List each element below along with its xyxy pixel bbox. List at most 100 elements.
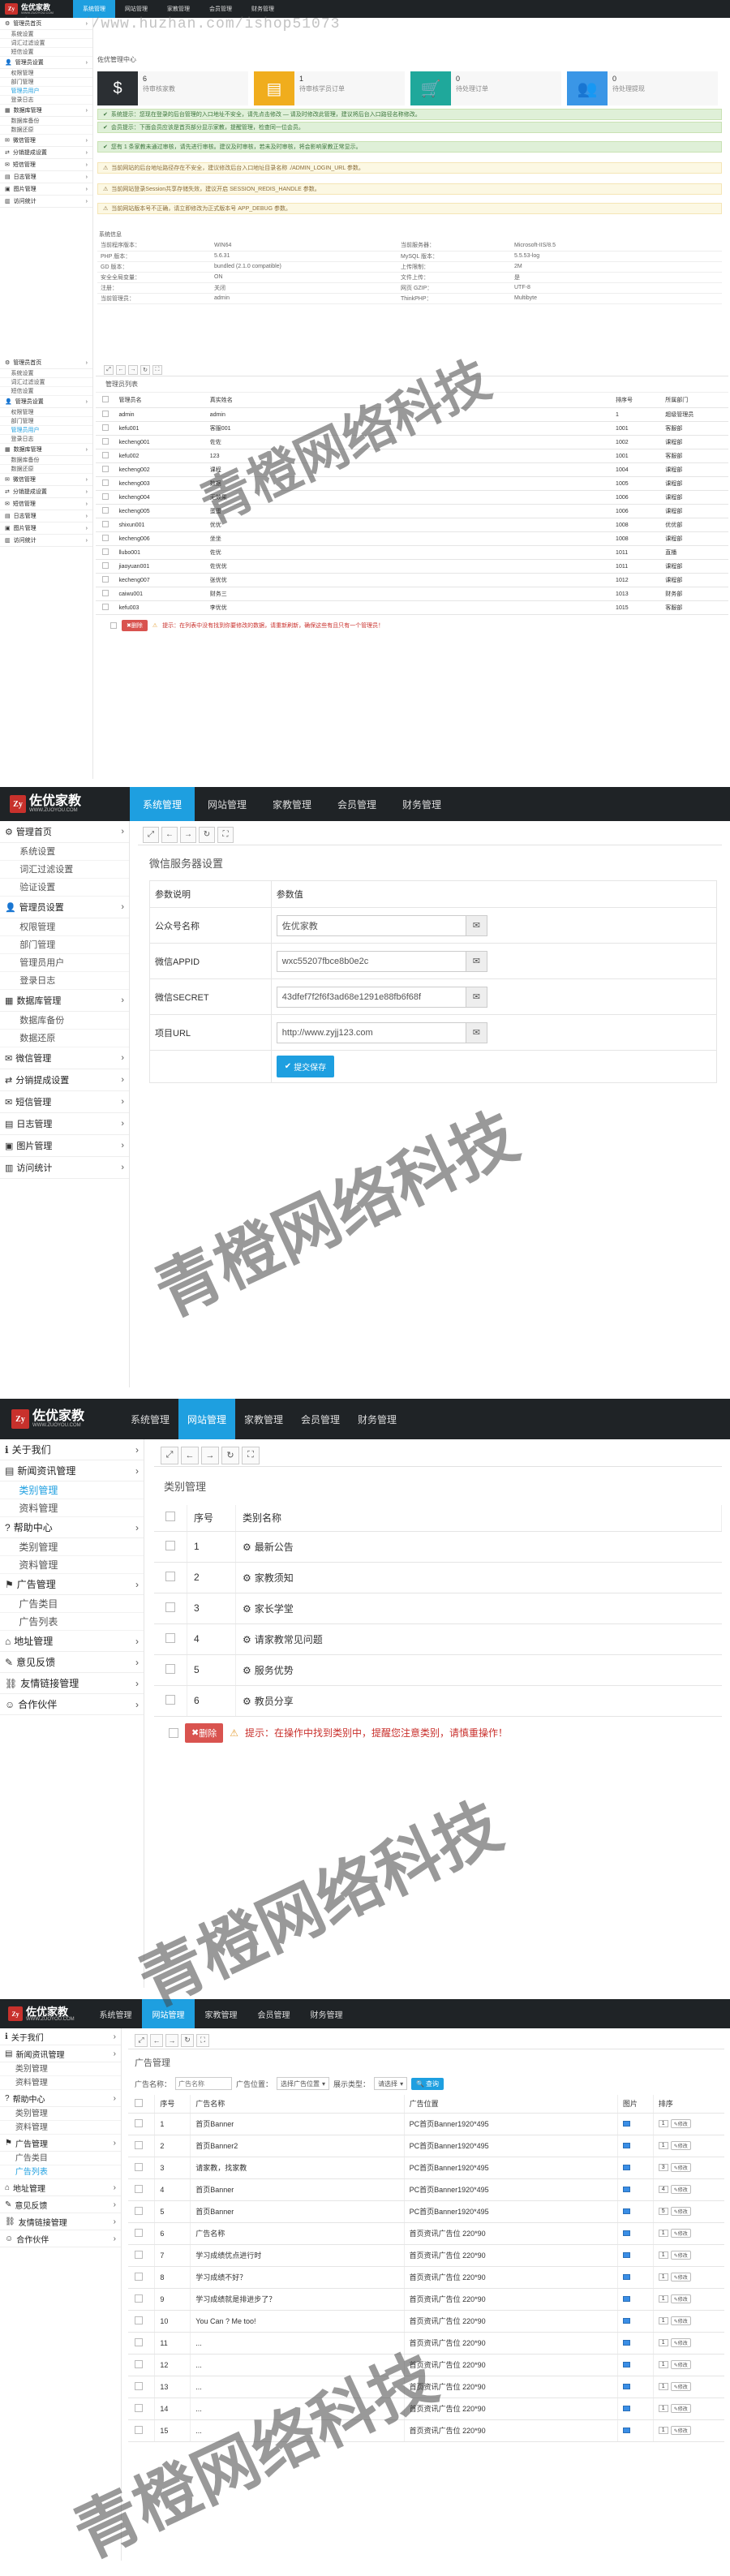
- sidebar-item[interactable]: 系统设置: [0, 843, 129, 861]
- row-checkbox[interactable]: [102, 411, 109, 417]
- ad-name-input[interactable]: [175, 2077, 233, 2090]
- row-checkbox[interactable]: [135, 2425, 143, 2434]
- table-row[interactable]: kecheng004 无效果 1006 课程部: [96, 490, 728, 505]
- table-row[interactable]: jiaoyuan001 佐优优 1011 课程部: [96, 559, 728, 574]
- select-all-checkbox[interactable]: [110, 622, 117, 629]
- sort-input[interactable]: 1: [658, 2383, 668, 2391]
- row-checkbox[interactable]: [102, 424, 109, 431]
- sidebar-group[interactable]: ? 帮助中心 ›: [0, 1517, 144, 1538]
- table-row[interactable]: 2 首页Banner2 PC首页Banner1920*495 1 ✎修改: [128, 2135, 724, 2157]
- stat-card[interactable]: ▤ 1 待审核学员订单: [254, 71, 405, 105]
- nav-item[interactable]: 家教管理: [157, 0, 200, 18]
- sidebar-group[interactable]: ✎ 意见反馈 ›: [0, 1652, 144, 1673]
- sidebar-group[interactable]: ▤ 日志管理 ›: [0, 1113, 129, 1135]
- sidebar-group[interactable]: ⛓ 友情链接管理 ›: [0, 2213, 121, 2230]
- sidebar-item[interactable]: 部门管理: [0, 78, 92, 87]
- sidebar-group[interactable]: ✎ 意见反馈 ›: [0, 2196, 121, 2213]
- table-row[interactable]: 4 ⚙ 请家教常见问题: [154, 1623, 722, 1655]
- sidebar-group[interactable]: ✉ 短信管理 ›: [0, 498, 92, 510]
- sidebar-group[interactable]: ⚑ 广告管理 ›: [0, 2135, 121, 2152]
- table-row[interactable]: 4 首页Banner PC首页Banner1920*495 4 ✎修改: [128, 2178, 724, 2201]
- row-checkbox[interactable]: [135, 2162, 143, 2171]
- column-header[interactable]: 管理员名: [115, 393, 207, 408]
- sort-input[interactable]: 1: [658, 2405, 668, 2413]
- row-checkbox[interactable]: [165, 1694, 175, 1705]
- stat-card[interactable]: 🛒 0 待处理订单: [410, 71, 561, 105]
- row-checkbox[interactable]: [102, 466, 109, 472]
- sort-input[interactable]: 1: [658, 2142, 668, 2150]
- sidebar-group[interactable]: ▤ 日志管理 ›: [0, 510, 92, 523]
- sidebar-group[interactable]: ▣ 图片管理 ›: [0, 1135, 129, 1157]
- row-checkbox[interactable]: [102, 535, 109, 541]
- row-checkbox[interactable]: [102, 562, 109, 569]
- nav-item[interactable]: 家教管理: [260, 787, 324, 821]
- sidebar-item[interactable]: 类别管理: [0, 1538, 144, 1556]
- image-icon[interactable]: [622, 2230, 630, 2236]
- edit-button[interactable]: ✎修改: [670, 2382, 691, 2391]
- sort-input[interactable]: 1: [658, 2295, 668, 2303]
- select-all-checkbox[interactable]: [169, 1727, 178, 1738]
- table-row[interactable]: caiwu001 财务三 1013 财务部: [96, 587, 728, 601]
- expand-icon[interactable]: ⤢: [104, 364, 114, 375]
- sidebar-group[interactable]: ▤ 新闻资讯管理 ›: [0, 1460, 144, 1482]
- sidebar-group[interactable]: ⚙ 管理员首页 ›: [0, 357, 92, 369]
- row-checkbox[interactable]: [165, 1632, 175, 1643]
- row-checkbox[interactable]: [135, 2337, 143, 2346]
- sidebar-item[interactable]: 资料管理: [0, 2121, 121, 2135]
- nav-item[interactable]: 会员管理: [292, 1399, 349, 1439]
- sidebar-item[interactable]: 系统设置: [0, 30, 92, 39]
- sidebar-group[interactable]: ⛓ 友情链接管理 ›: [0, 1673, 144, 1694]
- category-name[interactable]: 家教须知: [255, 1572, 294, 1584]
- edit-button[interactable]: ✎修改: [670, 2316, 691, 2325]
- refresh-icon[interactable]: ↻: [199, 826, 215, 843]
- column-header[interactable]: 序号: [187, 1505, 236, 1532]
- table-row[interactable]: 12... 首页资讯广告位 220*90 1 ✎修改: [128, 2354, 724, 2376]
- sidebar-item[interactable]: 登录日志: [0, 96, 92, 105]
- image-icon[interactable]: [622, 2339, 630, 2346]
- logo[interactable]: Zy 佐优家教 WWW.ZUOYOU.COM: [0, 1399, 122, 1439]
- chat-icon[interactable]: ✉: [465, 987, 487, 1007]
- forward-icon[interactable]: →: [128, 364, 138, 375]
- text-field[interactable]: wxc55207fbce8b0e2c ✉: [276, 950, 487, 972]
- nav-item[interactable]: 财务管理: [300, 1999, 353, 2028]
- edit-button[interactable]: ✎修改: [670, 2360, 691, 2369]
- table-row[interactable]: kecheng003 数据 1005 课程部: [96, 476, 728, 491]
- sidebar-group[interactable]: ▦ 数据库管理 ›: [0, 444, 92, 456]
- nav-item[interactable]: 财务管理: [389, 787, 454, 821]
- row-checkbox[interactable]: [135, 2381, 143, 2390]
- nav-item[interactable]: 会员管理: [200, 0, 242, 18]
- sidebar-item[interactable]: 词汇过滤设置: [0, 378, 92, 387]
- back-icon[interactable]: ←: [181, 1446, 199, 1464]
- category-name[interactable]: 最新公告: [255, 1542, 294, 1553]
- table-row[interactable]: 5 ⚙ 服务优势: [154, 1654, 722, 1686]
- edit-button[interactable]: ✎修改: [670, 2404, 691, 2413]
- column-header[interactable]: 广告位置: [403, 2095, 618, 2114]
- row-checkbox[interactable]: [135, 2184, 143, 2193]
- column-header[interactable]: 真实姓名: [206, 393, 613, 408]
- row-checkbox[interactable]: [135, 2250, 143, 2259]
- row-checkbox[interactable]: [135, 2206, 143, 2215]
- chat-icon[interactable]: ✉: [465, 1022, 487, 1043]
- sidebar-group[interactable]: ? 帮助中心 ›: [0, 2090, 121, 2107]
- delete-button[interactable]: ✖ 删除: [122, 620, 148, 631]
- sidebar-group[interactable]: ▦ 数据库管理 ›: [0, 105, 92, 117]
- sidebar-group[interactable]: ▥ 访问统计 ›: [0, 1157, 129, 1179]
- row-checkbox[interactable]: [135, 2272, 143, 2281]
- sidebar-item[interactable]: 权限管理: [0, 69, 92, 78]
- row-checkbox[interactable]: [165, 1540, 175, 1550]
- row-checkbox[interactable]: [102, 576, 109, 583]
- text-field[interactable]: http://www.zyjj123.com ✉: [276, 1021, 487, 1043]
- sidebar-item[interactable]: 广告类目: [0, 1595, 144, 1613]
- chat-icon[interactable]: ✉: [465, 951, 487, 971]
- row-checkbox[interactable]: [135, 2403, 143, 2412]
- table-row[interactable]: 13... 首页资讯广告位 220*90 1 ✎修改: [128, 2376, 724, 2398]
- row-checkbox[interactable]: [135, 2316, 143, 2324]
- sidebar-item[interactable]: 登录日志: [0, 435, 92, 444]
- row-checkbox[interactable]: [102, 438, 109, 445]
- column-header[interactable]: 类别名称: [235, 1505, 723, 1532]
- refresh-icon[interactable]: ↻: [181, 2033, 194, 2047]
- table-row[interactable]: 5 首页Banner PC首页Banner1920*495 5 ✎修改: [128, 2200, 724, 2223]
- nav-item[interactable]: 家教管理: [235, 1399, 292, 1439]
- logo[interactable]: Zy 佐优家教 WWW.ZUOYOU.COM: [0, 787, 130, 821]
- column-header[interactable]: 所属部门: [662, 393, 728, 408]
